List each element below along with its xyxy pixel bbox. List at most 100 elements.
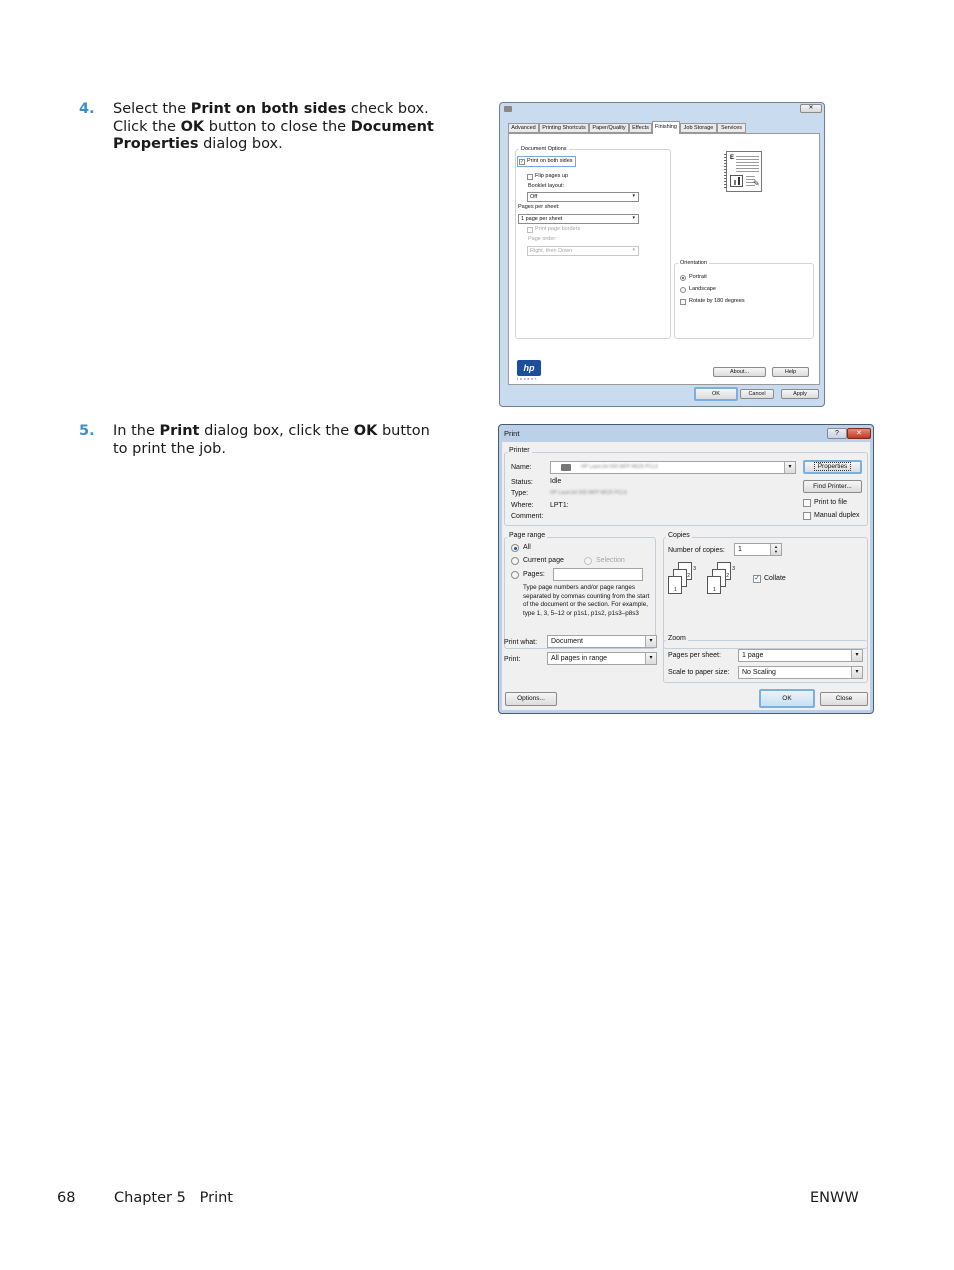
close-icon: ✕ — [856, 430, 862, 437]
rotate-180-checkbox[interactable] — [680, 299, 686, 305]
copies-title: Copies — [666, 532, 692, 539]
document-properties-dialog: ✕ Advanced Printing Shortcuts Paper/Qual… — [499, 102, 825, 407]
tab-printing-shortcuts[interactable]: Printing Shortcuts — [539, 123, 589, 133]
range-all-label[interactable]: All — [523, 544, 531, 551]
tab-effects[interactable]: Effects — [629, 123, 652, 133]
print-to-file-label[interactable]: Print to file — [814, 499, 847, 506]
print-both-sides-label[interactable]: Print on both sides — [527, 158, 573, 164]
emphasis-text: OK — [180, 118, 205, 135]
zoom-pages-per-sheet-label: Pages per sheet: — [668, 652, 721, 659]
rotate-180-label[interactable]: Rotate by 180 degrees — [689, 298, 745, 304]
printer-name-select[interactable]: HP LaserJet 500 MFP M525 PCL6 ▾ — [550, 461, 796, 474]
hp-logo-tagline: invent — [517, 377, 539, 381]
chevron-down-icon: ▾ — [851, 650, 862, 661]
portrait-label[interactable]: Portrait — [689, 274, 707, 280]
collate-pages-icon: 3 2 1 — [707, 562, 737, 596]
about-button[interactable]: About... — [713, 367, 766, 377]
instruction-text: dialog box, click the — [199, 423, 354, 439]
collate-label[interactable]: Collate — [764, 575, 786, 582]
range-all-radio[interactable] — [511, 544, 519, 552]
range-selection-label[interactable]: Selection — [596, 557, 625, 564]
landscape-radio[interactable] — [680, 287, 686, 293]
page-number: 68 — [57, 1190, 76, 1206]
range-hint: Type page numbers and/or page ranges sep… — [523, 584, 650, 617]
instruction-text: button to close the — [204, 118, 351, 135]
instruction-text: Select the — [113, 101, 191, 117]
range-pages-radio[interactable] — [511, 571, 519, 579]
booklet-layout-label: Booklet layout: — [528, 183, 565, 189]
flip-pages-up-checkbox[interactable] — [527, 174, 533, 180]
pages-input[interactable] — [553, 568, 643, 581]
instruction-text: In the — [113, 423, 160, 439]
print-dialog-body: Printer Name: HP LaserJet 500 MFP M525 P… — [502, 442, 870, 710]
close-dialog-button[interactable]: Close — [820, 692, 868, 706]
print-to-file-checkbox[interactable] — [803, 499, 811, 507]
chevron-down-icon: ▾ — [645, 636, 656, 647]
print-page-borders-label[interactable]: Print page borders — [535, 226, 580, 232]
dialog-title: Print — [504, 429, 520, 438]
instruction-text: dialog box. — [198, 136, 283, 152]
flip-pages-up-label[interactable]: Flip pages up — [535, 173, 568, 179]
cancel-button[interactable]: Cancel — [740, 389, 774, 399]
copies-label: Number of copies: — [668, 547, 725, 554]
document-options-title: Document Options — [519, 146, 569, 152]
zoom-pages-per-sheet-select[interactable]: 1 page ▾ — [738, 649, 863, 662]
tab-job-storage[interactable]: Job Storage — [680, 123, 717, 133]
orientation-title: Orientation — [678, 260, 709, 266]
print-what-label: Print what: — [504, 639, 538, 646]
range-current-label[interactable]: Current page — [523, 557, 564, 564]
find-printer-button[interactable]: Find Printer... — [803, 480, 862, 493]
document-preview-icon: E ✎ — [724, 151, 762, 192]
close-button[interactable]: ✕ — [847, 428, 871, 439]
tab-paper-quality[interactable]: Paper/Quality — [589, 123, 629, 133]
emphasis-text: Print on both sides — [190, 101, 347, 117]
pages-per-sheet-select[interactable]: 1 page per sheet ▾ — [518, 214, 639, 224]
tab-advanced[interactable]: Advanced — [508, 123, 539, 133]
landscape-label[interactable]: Landscape — [689, 286, 716, 292]
range-pages-label[interactable]: Pages: — [523, 571, 545, 578]
help-button[interactable]: Help — [772, 367, 809, 377]
collate-pages-icon: 3 2 1 — [668, 562, 698, 596]
close-icon: ✕ — [808, 105, 814, 111]
scale-select[interactable]: No Scaling ▾ — [738, 666, 863, 679]
range-current-radio[interactable] — [511, 557, 519, 565]
ok-button[interactable]: OK — [694, 387, 738, 401]
name-label: Name: — [511, 464, 532, 471]
range-selection-radio[interactable] — [584, 557, 592, 565]
portrait-radio[interactable] — [680, 275, 686, 281]
page-order-label: Page order: — [528, 236, 557, 242]
chevron-down-icon: ▾ — [632, 215, 635, 221]
print-what-select[interactable]: Document ▾ — [547, 635, 657, 648]
status-value: Idle — [550, 478, 562, 485]
print-both-sides-checkbox[interactable]: ✓ — [519, 159, 525, 165]
ok-button[interactable]: OK — [759, 689, 815, 708]
manual-duplex-checkbox[interactable] — [803, 512, 811, 520]
options-button[interactable]: Options... — [505, 692, 557, 706]
chapter-title: Chapter 5 Print — [114, 1190, 233, 1206]
booklet-layout-select[interactable]: Off ▾ — [527, 192, 639, 202]
step-text: In the Print dialog box, click the OK bu… — [113, 423, 443, 458]
apply-button[interactable]: Apply — [781, 389, 819, 399]
chevron-down-icon: ▾ — [645, 653, 656, 664]
print-dialog: Print ? ✕ Printer Name: HP LaserJet 500 … — [498, 424, 874, 714]
emphasis-text: OK — [353, 423, 378, 439]
manual-duplex-label[interactable]: Manual duplex — [814, 512, 860, 519]
copies-stepper[interactable]: 1 ▲ ▼ — [734, 543, 782, 556]
print-select[interactable]: All pages in range ▾ — [547, 652, 657, 665]
where-label: Where: — [511, 502, 534, 509]
spinner-icon[interactable]: ▲ ▼ — [770, 544, 781, 555]
properties-button[interactable]: Properties — [803, 460, 862, 474]
print-page-borders-checkbox[interactable] — [527, 227, 533, 233]
close-button[interactable]: ✕ — [800, 104, 822, 113]
collate-checkbox[interactable]: ✓ — [753, 575, 761, 583]
tab-finishing[interactable]: Finishing — [652, 121, 680, 134]
help-icon: ? — [835, 430, 839, 437]
page-order-select[interactable]: Right, then Down ▾ — [527, 246, 639, 256]
tab-strip: Advanced Printing Shortcuts Paper/Qualit… — [508, 121, 818, 134]
tab-services[interactable]: Services — [717, 123, 746, 133]
chevron-down-icon: ▾ — [632, 193, 635, 199]
where-value: LPT1: — [550, 502, 569, 509]
type-label: Type: — [511, 490, 529, 497]
pages-per-sheet-label: Pages per sheet: — [518, 204, 560, 210]
help-button[interactable]: ? — [827, 428, 847, 439]
